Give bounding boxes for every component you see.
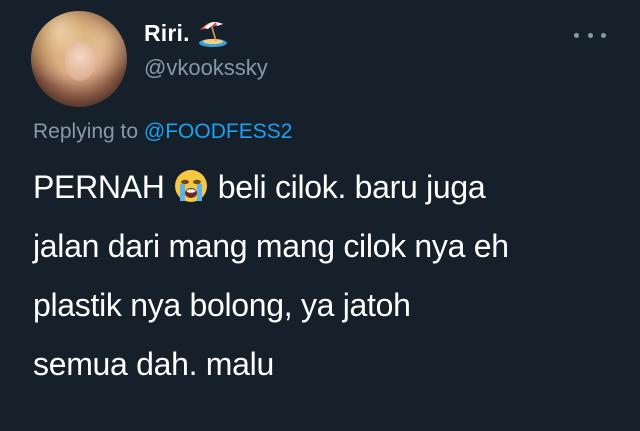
display-name[interactable]: Riri.	[144, 20, 190, 47]
tweet-line-4: semua dah. malu	[33, 346, 274, 382]
tweet-line-1: PERNAH beli cilok. baru juga	[33, 158, 623, 217]
tweet-text-part: PERNAH	[33, 169, 174, 205]
tweet-text: PERNAH beli cilok. baru juga jalan dari …	[33, 158, 623, 394]
avatar[interactable]	[31, 11, 127, 107]
loudly-crying-face-icon	[175, 170, 208, 202]
more-options-icon[interactable]	[574, 28, 606, 42]
tweet-card: Riri. @vkookssky Replying to @FOODFESS2 …	[0, 0, 640, 431]
replying-to-line: Replying to @FOODFESS2	[33, 120, 292, 144]
user-handle[interactable]: @vkookssky	[144, 55, 268, 81]
replying-to-label: Replying to	[33, 120, 144, 143]
beach-umbrella-icon	[198, 21, 227, 47]
more-dot	[574, 32, 579, 38]
avatar-face	[65, 41, 95, 81]
mention-link[interactable]: @FOODFESS2	[144, 120, 293, 143]
author-name-row[interactable]: Riri.	[144, 18, 230, 48]
tweet-text-part: beli cilok. baru juga	[209, 169, 486, 205]
more-dot	[587, 32, 593, 38]
tweet-line-3: plastik nya bolong, ya jatoh	[33, 287, 411, 323]
tweet-line-2: jalan dari mang mang cilok nya eh	[33, 228, 509, 264]
more-dot	[601, 32, 606, 38]
